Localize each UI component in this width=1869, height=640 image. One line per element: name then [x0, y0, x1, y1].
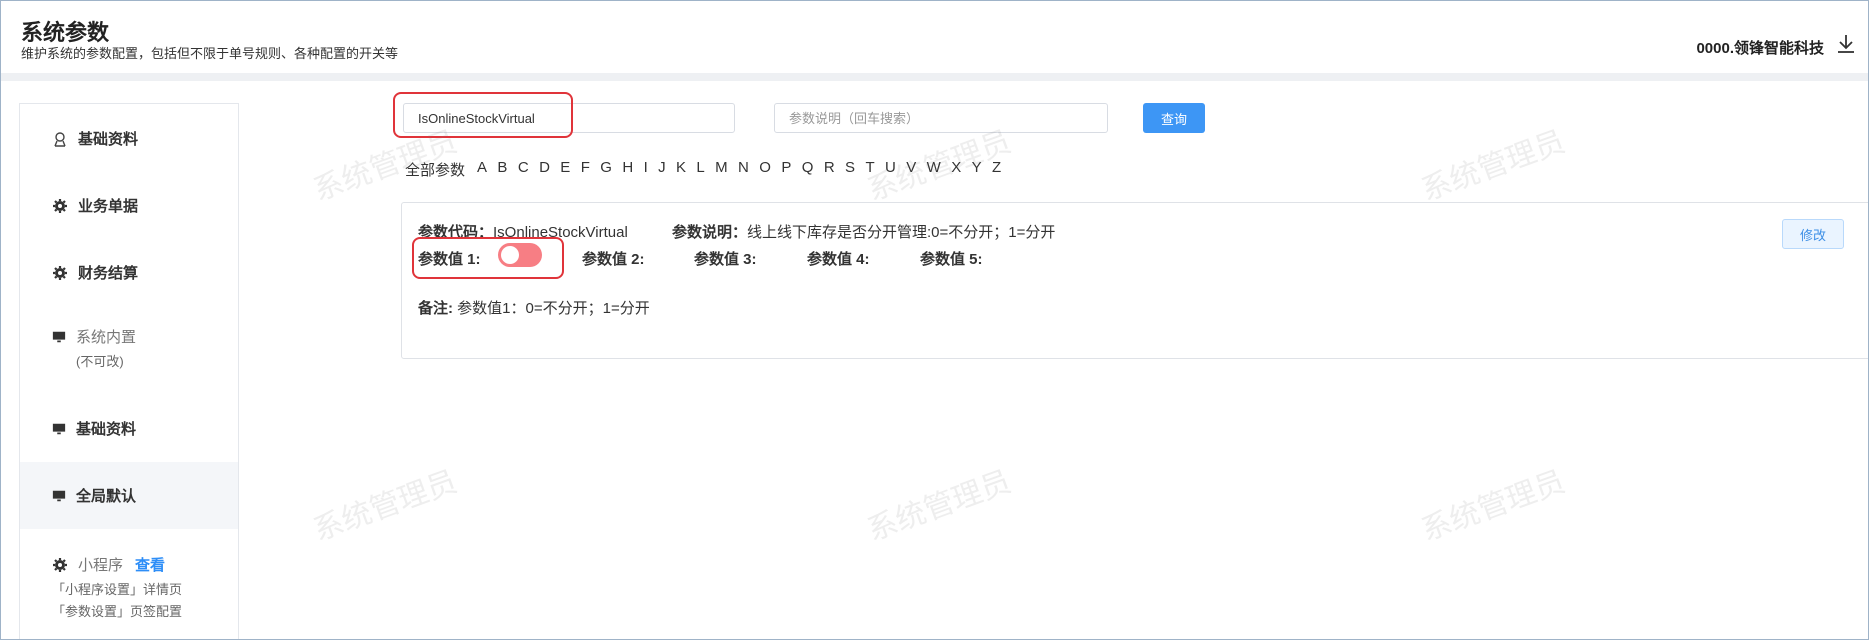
- param-desc-value: 线上线下库存是否分开管理:0=不分开；1=分开: [747, 224, 1056, 241]
- letter-filter-e[interactable]: E: [560, 159, 570, 180]
- letter-filter-all[interactable]: 全部参数: [405, 159, 465, 180]
- letter-filter-y[interactable]: Y: [972, 159, 982, 180]
- letter-filter-u[interactable]: U: [885, 159, 896, 180]
- letter-filter-q[interactable]: Q: [802, 159, 814, 180]
- highlight-box-toggle: [412, 237, 564, 279]
- letter-filter-w[interactable]: W: [927, 159, 941, 180]
- letter-filter-t[interactable]: T: [865, 159, 874, 180]
- param-value2-label: 参数值 2:: [582, 251, 645, 268]
- param-value5-label: 参数值 5:: [920, 251, 983, 268]
- letter-filter-l[interactable]: L: [696, 159, 704, 180]
- letter-filter-v[interactable]: V: [906, 159, 916, 180]
- page-header: 系统参数 维护系统的参数配置，包括但不限于单号规则、各种配置的开关等 0000.…: [1, 1, 1868, 81]
- sidebar-item-label: 小程序: [78, 557, 124, 574]
- main-content: 查询 全部参数 ABCDEFGHIJKLMNOPQRSTUVWXYZ 参数代码：I…: [249, 89, 1868, 639]
- sidebar-item-label: 基础资料: [76, 421, 137, 438]
- gear-icon: [53, 557, 67, 572]
- sidebar-item-business-docs[interactable]: 业务单据: [20, 172, 238, 239]
- letter-filter-x[interactable]: X: [951, 159, 961, 180]
- sidebar-item-finance[interactable]: 财务结算: [20, 239, 238, 306]
- letter-filter-a[interactable]: A: [477, 159, 487, 180]
- sidebar-item-label: 财务结算: [78, 265, 139, 282]
- company-name[interactable]: 0000.领锋智能科技: [1696, 37, 1824, 58]
- letter-filter-m[interactable]: M: [715, 159, 728, 180]
- param-desc-row: 参数说明：线上线下库存是否分开管理:0=不分开；1=分开: [672, 221, 1055, 242]
- query-button[interactable]: 查询: [1143, 103, 1205, 133]
- param-desc-input[interactable]: [774, 103, 1108, 133]
- download-icon[interactable]: [1836, 33, 1856, 55]
- letter-filter-d[interactable]: D: [539, 159, 550, 180]
- monitor-icon: [52, 490, 66, 501]
- user-badge-icon: [54, 131, 66, 147]
- param-remark-value: 参数值1：0=不分开；1=分开: [457, 300, 650, 317]
- param-remark-label: 备注:: [418, 300, 453, 317]
- app-frame: 系统参数 维护系统的参数配置，包括但不限于单号规则、各种配置的开关等 0000.…: [0, 0, 1869, 640]
- param-desc-label: 参数说明：: [672, 224, 748, 241]
- edit-button[interactable]: 修改: [1782, 219, 1844, 249]
- param-remark-row: 备注: 参数值1：0=不分开；1=分开: [418, 297, 650, 318]
- letter-filter-k[interactable]: K: [676, 159, 686, 180]
- letter-filter-j[interactable]: J: [658, 159, 666, 180]
- letter-filter-p[interactable]: P: [781, 159, 791, 180]
- letter-filter: 全部参数 A B C D E F G H I J K L M N O P Q R S T U V W X Y Z: [405, 159, 1012, 180]
- letter-filter-g[interactable]: G: [600, 159, 612, 180]
- monitor-icon: [52, 423, 66, 434]
- view-link[interactable]: 查看: [135, 554, 165, 575]
- monitor-icon: [52, 331, 66, 342]
- letter-filter-f[interactable]: F: [581, 159, 590, 180]
- highlight-box-search: [393, 92, 573, 138]
- param-value3-label: 参数值 3:: [694, 251, 757, 268]
- letter-filter-h[interactable]: H: [622, 159, 633, 180]
- sidebar-item-basic-data[interactable]: 基础资料: [20, 105, 238, 172]
- param-card: 参数代码：IsOnlineStockVirtual 参数说明：线上线下库存是否分…: [401, 202, 1868, 359]
- sidebar-item-label: 全局默认: [76, 488, 137, 505]
- sidebar: 基础资料 业务单据 财务结算 系统内置 (不可改) 基础资料 全局默认 小程序 …: [19, 103, 239, 639]
- gear-icon: [53, 265, 67, 280]
- page-subtitle: 维护系统的参数配置，包括但不限于单号规则、各种配置的开关等: [21, 46, 399, 61]
- sidebar-item-note: 「小程序设置」详情页: [52, 582, 183, 597]
- sidebar-item-miniprogram[interactable]: 小程序 查看 「小程序设置」详情页 「参数设置」页签配置: [20, 544, 238, 639]
- sidebar-item-label: 系统内置: [76, 329, 137, 346]
- gear-icon: [53, 198, 67, 213]
- sidebar-item-global-default[interactable]: 全局默认: [20, 462, 238, 529]
- letter-filter-s[interactable]: S: [845, 159, 855, 180]
- letter-filter-i[interactable]: I: [644, 159, 648, 180]
- sidebar-item-label: 基础资料: [78, 131, 139, 148]
- letter-filter-z[interactable]: Z: [992, 159, 1001, 180]
- letter-filter-r[interactable]: R: [824, 159, 835, 180]
- sidebar-item-note: (不可改): [76, 354, 124, 369]
- letter-filter-n[interactable]: N: [738, 159, 749, 180]
- param-value4-label: 参数值 4:: [807, 251, 870, 268]
- letter-filter-c[interactable]: C: [518, 159, 529, 180]
- letter-filter-b[interactable]: B: [497, 159, 507, 180]
- sidebar-item-system-builtin[interactable]: 系统内置 (不可改): [20, 316, 238, 396]
- letter-filter-o[interactable]: O: [759, 159, 771, 180]
- sidebar-item-note: 「参数设置」页签配置: [52, 604, 183, 619]
- sidebar-item-label: 业务单据: [78, 198, 139, 215]
- sidebar-item-basic-data-2[interactable]: 基础资料: [20, 395, 238, 462]
